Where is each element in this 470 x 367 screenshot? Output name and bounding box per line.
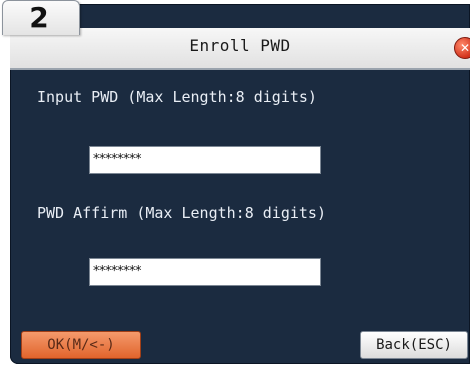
input-pwd-label: Input PWD (Max Length:8 digits) [37, 88, 317, 106]
pwd-affirm-label: PWD Affirm (Max Length:8 digits) [37, 204, 326, 222]
device-screen: Enroll PWD ✕ Input PWD (Max Length:8 dig… [10, 4, 470, 364]
input-pwd-field[interactable]: ******** [89, 146, 321, 174]
ok-button[interactable]: OK(M/<-) [21, 331, 141, 359]
back-button[interactable]: Back(ESC) [360, 331, 468, 359]
close-icon[interactable]: ✕ [454, 37, 470, 59]
page-title: Enroll PWD [189, 36, 291, 55]
pwd-affirm-field[interactable]: ******** [89, 258, 321, 286]
step-number: 2 [29, 1, 49, 34]
step-tab: 2 [2, 0, 80, 35]
